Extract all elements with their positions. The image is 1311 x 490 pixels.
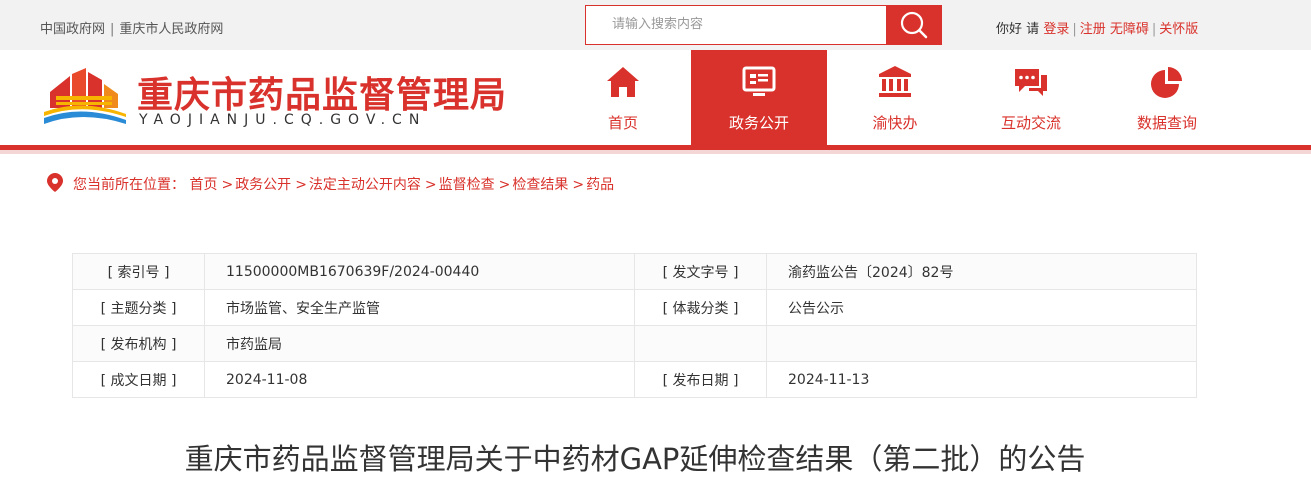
search-button[interactable] — [886, 5, 942, 45]
meta-key: [ 索引号 ] — [72, 253, 205, 290]
top-bar: 中国政府网 | 重庆市人民政府网 请输入搜索内容 你好 请 登录 | 注册 无障碍 | 关怀… — [0, 0, 1311, 50]
search-input[interactable]: 请输入搜索内容 — [585, 5, 887, 45]
meta-value: 公告公示 — [766, 289, 1197, 326]
meta-key: [ 主题分类 ] — [72, 289, 205, 326]
pie-chart-icon — [1151, 67, 1182, 98]
breadcrumb-separator: > — [498, 177, 511, 193]
login-link[interactable]: 登录 — [1043, 22, 1069, 37]
care-mode-link[interactable]: 关怀版 — [1159, 22, 1198, 37]
nav-item-interaction[interactable]: 互动交流 — [963, 50, 1099, 145]
meta-key: [ 发布日期 ] — [634, 361, 767, 398]
table-row: [ 发布机构 ] 市药监局 — [72, 325, 1197, 362]
chat-icon — [1015, 69, 1047, 96]
monitor-icon — [742, 66, 776, 96]
header-divider-shadow — [0, 150, 1311, 154]
table-row: [ 主题分类 ] 市场监管、安全生产监管 [ 体裁分类 ] 公告公示 — [72, 289, 1197, 326]
meta-value — [766, 325, 1197, 362]
meta-value: 2024-11-13 — [766, 361, 1197, 398]
separator: | — [1072, 22, 1077, 37]
meta-value: 11500000MB1670639F/2024-00440 — [204, 253, 635, 290]
site-title[interactable]: 重庆市药品监督管理局 — [137, 66, 507, 118]
search-bar: 请输入搜索内容 — [585, 5, 942, 45]
meta-key: [ 成文日期 ] — [72, 361, 205, 398]
meta-key: [ 发文字号 ] — [634, 253, 767, 290]
breadcrumb-item-drugs[interactable]: 药品 — [586, 177, 614, 193]
meta-value: 市药监局 — [204, 325, 635, 362]
meta-value: 渝药监公告〔2024〕82号 — [766, 253, 1197, 290]
breadcrumb-item-results[interactable]: 检查结果 — [512, 177, 568, 193]
article-title: 重庆市药品监督管理局关于中药材GAP延伸检查结果（第二批）的公告 — [184, 442, 1086, 476]
table-row: [ 成文日期 ] 2024-11-08 [ 发布日期 ] 2024-11-13 — [72, 361, 1197, 398]
breadcrumb-separator: > — [221, 177, 234, 193]
location-pin-icon — [47, 173, 63, 192]
nav-label: 政务公开 — [728, 114, 789, 132]
breadcrumb-item-gov-affairs[interactable]: 政务公开 — [235, 177, 291, 193]
document-meta-table: [ 索引号 ] 11500000MB1670639F/2024-00440 [ … — [72, 253, 1197, 398]
home-icon — [607, 67, 639, 97]
please-text: 请 — [1026, 22, 1040, 37]
link-cq-gov[interactable]: 重庆市人民政府网 — [119, 22, 223, 37]
accessibility-link[interactable]: 无障碍 — [1110, 22, 1149, 37]
register-link[interactable]: 注册 — [1080, 22, 1106, 37]
separator: | — [1151, 22, 1157, 37]
greeting-text: 你好 — [996, 22, 1023, 37]
nav-item-gov-affairs[interactable]: 政务公开 — [691, 50, 827, 145]
user-links: 你好 请 登录 | 注册 无障碍 | 关怀版 — [996, 18, 1198, 37]
meta-value: 市场监管、安全生产监管 — [204, 289, 635, 326]
breadcrumb-separator: > — [572, 177, 585, 193]
meta-key: [ 发布机构 ] — [72, 325, 205, 362]
nav-label: 首页 — [607, 114, 638, 132]
meta-key — [634, 325, 767, 362]
nav-label: 数据查询 — [1136, 114, 1197, 132]
site-domain: YAOJIANJU.CQ.GOV.CN — [139, 112, 427, 128]
link-gov-cn[interactable]: 中国政府网 — [40, 22, 105, 37]
gov-links: 中国政府网 | 重庆市人民政府网 — [40, 18, 223, 37]
nav-item-data-query[interactable]: 数据查询 — [1099, 50, 1235, 145]
nav-label: 互动交流 — [1000, 114, 1061, 132]
nav-item-home[interactable]: 首页 — [555, 50, 691, 145]
breadcrumb-prefix: 您当前所在位置： — [73, 177, 185, 193]
breadcrumb-item-home[interactable]: 首页 — [189, 177, 217, 193]
search-icon — [900, 11, 928, 39]
meta-key: [ 体裁分类 ] — [634, 289, 767, 326]
site-logo[interactable] — [42, 66, 128, 134]
breadcrumb-separator: > — [424, 177, 437, 193]
breadcrumb-separator: > — [295, 177, 307, 193]
nav-label: 渝快办 — [872, 114, 918, 132]
breadcrumb-item-supervision[interactable]: 监督检查 — [439, 177, 495, 193]
building-icon — [879, 66, 911, 97]
table-row: [ 索引号 ] 11500000MB1670639F/2024-00440 [ … — [72, 253, 1197, 290]
meta-value: 2024-11-08 — [204, 361, 635, 398]
separator: | — [110, 22, 115, 37]
logo-emblem-icon — [44, 68, 126, 124]
breadcrumb: 您当前所在位置： 首页 > 政务公开 > 法定主动公开内容 > 监督检查 > 检查结果 > 药品 — [47, 173, 614, 194]
breadcrumb-item-statutory[interactable]: 法定主动公开内容 — [309, 177, 421, 193]
nav-item-yukuaiban[interactable]: 渝快办 — [827, 50, 963, 145]
